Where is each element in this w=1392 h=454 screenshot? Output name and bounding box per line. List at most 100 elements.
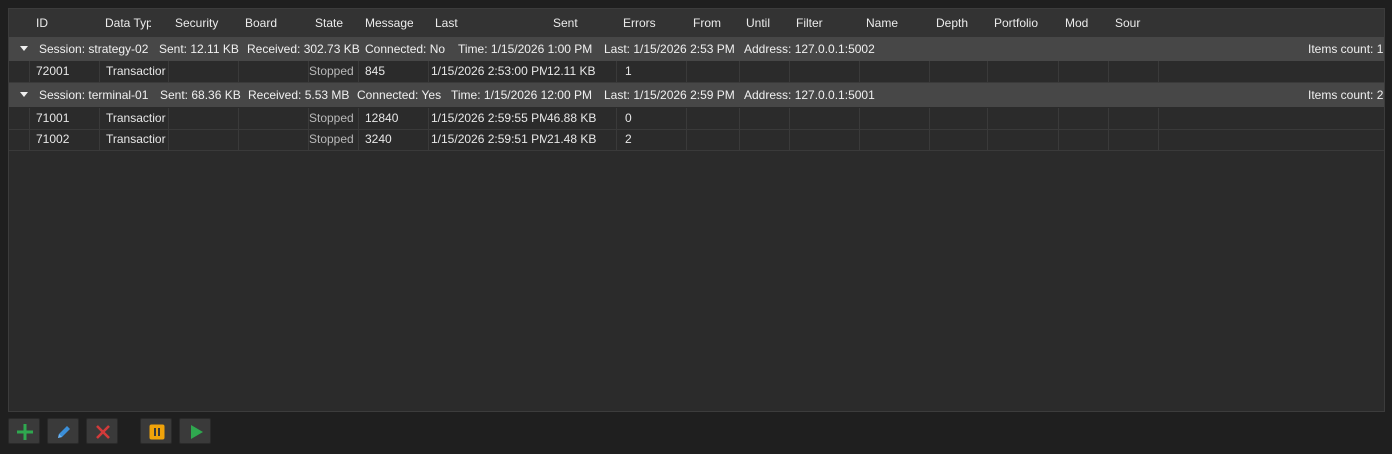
pause-button[interactable] — [140, 418, 172, 444]
group-connected: Connected: No — [365, 42, 446, 56]
cell-board — [238, 108, 309, 129]
column-header-data-type[interactable]: Data Typ — [105, 9, 151, 37]
cell-sent: 21.48 KB — [547, 132, 597, 146]
cell-name — [859, 108, 930, 129]
cell-last: 1/15/2026 2:59:51 PM — [428, 129, 547, 150]
cell-filter — [789, 108, 860, 129]
group-last: Last: 1/15/2026 2:53 PM — [604, 42, 735, 56]
cell-board — [238, 129, 309, 150]
grid-header: ID Data Typ Security Board State Message… — [9, 9, 1384, 37]
table-row[interactable]: 71002 Transactior Stopped 3240 1/15/2026… — [9, 129, 1384, 151]
cell-filler — [1158, 61, 1384, 82]
cell-data-type: Transactior — [99, 108, 169, 129]
cell-source — [1108, 129, 1159, 150]
column-header-state[interactable]: State — [315, 9, 345, 37]
column-header-board[interactable]: Board — [245, 9, 305, 37]
cell-security — [168, 108, 239, 129]
cell-message: 3240 — [358, 129, 429, 150]
column-header-mode[interactable]: Mod — [1065, 9, 1105, 37]
cell-state: Stopped — [308, 108, 359, 129]
cell-depth — [929, 108, 988, 129]
column-header-filter[interactable]: Filter — [796, 9, 856, 37]
cell-from — [686, 108, 740, 129]
cell-portfolio — [987, 108, 1059, 129]
cell-message: 12840 — [358, 108, 429, 129]
cell-errors: 0 — [616, 108, 687, 129]
group-sent: Sent: 12.11 KB — [159, 42, 239, 56]
cell-portfolio — [987, 61, 1059, 82]
cell-security — [168, 61, 239, 82]
cell-until — [739, 129, 790, 150]
cell-source — [1108, 108, 1159, 129]
column-header-errors[interactable]: Errors — [623, 9, 683, 37]
cell-name — [859, 61, 930, 82]
cell-filler — [1158, 108, 1384, 129]
cell-board — [238, 61, 309, 82]
group-session: Session: terminal-01 — [39, 88, 149, 102]
add-button[interactable] — [8, 418, 40, 444]
plus-icon — [17, 424, 33, 440]
cell-last: 1/15/2026 2:59:55 PM — [428, 108, 547, 129]
cell-depth — [929, 61, 988, 82]
edit-button[interactable] — [47, 418, 79, 444]
cell-filter — [789, 129, 860, 150]
cell-message: 845 — [358, 61, 429, 82]
session-group-header[interactable]: Session: strategy-02 Sent: 12.11 KB Rece… — [9, 37, 1384, 61]
start-button[interactable] — [179, 418, 211, 444]
table-row[interactable]: 71001 Transactior Stopped 12840 1/15/202… — [9, 108, 1384, 130]
cell-portfolio — [987, 129, 1059, 150]
column-header-sent[interactable]: Sent — [553, 9, 613, 37]
column-header-source[interactable]: Sour — [1115, 9, 1141, 37]
group-time: Time: 1/15/2026 12:00 PM — [451, 88, 592, 102]
delete-button[interactable] — [86, 418, 118, 444]
play-icon — [191, 425, 203, 439]
cell-id: 72001 — [29, 61, 100, 82]
cell-until — [739, 61, 790, 82]
group-session: Session: strategy-02 — [39, 42, 149, 56]
table-row[interactable]: 72001 Transactior Stopped 845 1/15/2026 … — [9, 61, 1384, 83]
cell-mode — [1058, 61, 1109, 82]
collapse-caret-icon[interactable] — [20, 46, 28, 51]
group-items-count: Items count: 1 — [1308, 42, 1384, 56]
collapse-caret-icon[interactable] — [20, 92, 28, 97]
session-group-header[interactable]: Session: terminal-01 Sent: 68.36 KB Rece… — [9, 83, 1384, 107]
pencil-icon — [58, 426, 70, 438]
column-header-security[interactable]: Security — [175, 9, 235, 37]
cell-last: 1/15/2026 2:53:00 PM — [428, 61, 547, 82]
group-last: Last: 1/15/2026 2:59 PM — [604, 88, 735, 102]
x-icon — [96, 425, 110, 439]
column-header-name[interactable]: Name — [866, 9, 926, 37]
column-header-portfolio[interactable]: Portfolio — [994, 9, 1042, 37]
group-address: Address: 127.0.0.1:5002 — [744, 42, 875, 56]
column-header-depth[interactable]: Depth — [936, 9, 991, 37]
sessions-grid[interactable]: ID Data Typ Security Board State Message… — [8, 8, 1385, 412]
group-items-count: Items count: 2 — [1308, 88, 1384, 102]
group-address: Address: 127.0.0.1:5001 — [744, 88, 875, 102]
cell-source — [1108, 61, 1159, 82]
column-header-last[interactable]: Last — [435, 9, 535, 37]
cell-name — [859, 129, 930, 150]
cell-filter — [789, 61, 860, 82]
group-sent: Sent: 68.36 KB — [160, 88, 241, 102]
cell-id: 71002 — [29, 129, 100, 150]
cell-state: Stopped — [308, 129, 359, 150]
cell-security — [168, 129, 239, 150]
column-header-until[interactable]: Until — [746, 9, 791, 37]
cell-sent: 46.88 KB — [547, 111, 597, 125]
cell-filler — [1158, 129, 1384, 150]
column-header-id[interactable]: ID — [36, 9, 96, 37]
cell-mode — [1058, 129, 1109, 150]
pause-icon — [149, 424, 165, 440]
group-time: Time: 1/15/2026 1:00 PM — [458, 42, 593, 56]
cell-state: Stopped — [308, 61, 359, 82]
cell-errors: 1 — [616, 61, 687, 82]
group-received: Received: 302.73 KB — [247, 42, 360, 56]
cell-from — [686, 61, 740, 82]
cell-depth — [929, 129, 988, 150]
cell-id: 71001 — [29, 108, 100, 129]
column-header-from[interactable]: From — [693, 9, 743, 37]
cell-errors: 2 — [616, 129, 687, 150]
group-connected: Connected: Yes — [357, 88, 442, 102]
cell-sent: 12.11 KB — [547, 64, 596, 78]
column-header-message[interactable]: Message — [365, 9, 413, 37]
